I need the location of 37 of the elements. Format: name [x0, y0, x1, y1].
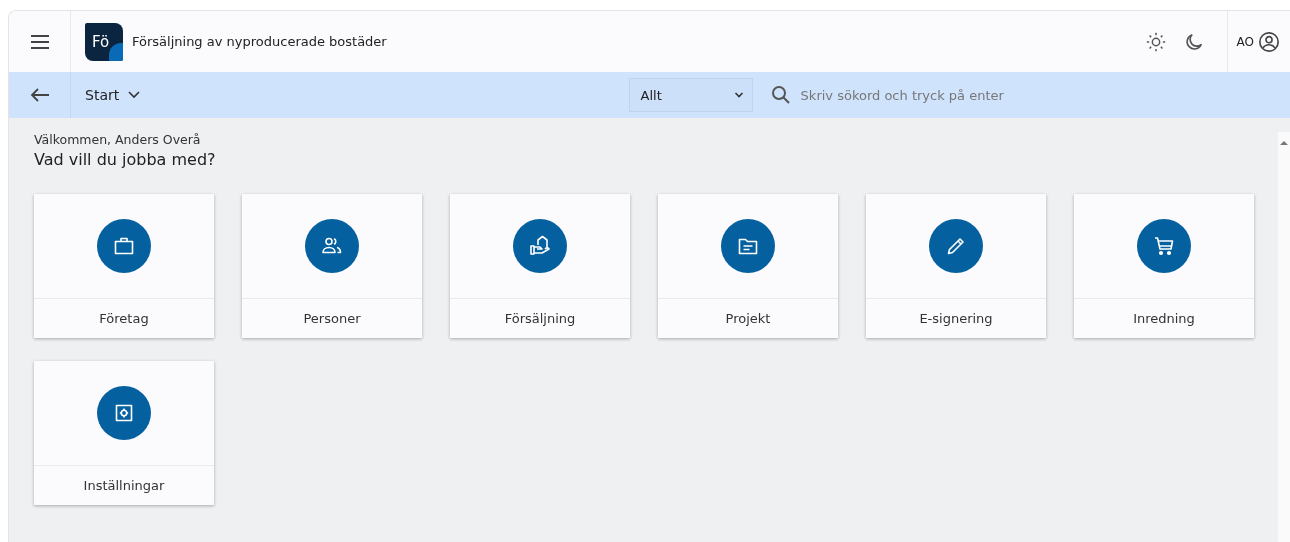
tile-label: Försäljning: [503, 310, 577, 328]
module-tile[interactable]: Företag: [34, 194, 214, 338]
folder-icon: [721, 219, 775, 273]
chevron-down-icon: [127, 90, 142, 100]
scope-select[interactable]: Allt: [628, 78, 753, 112]
user-initials: AO: [1236, 34, 1254, 49]
app-logo: Fö: [85, 22, 123, 61]
module-tile[interactable]: Personer: [242, 194, 422, 338]
house-hand-icon: [513, 219, 567, 273]
module-tile[interactable]: Inredning: [1074, 194, 1254, 338]
module-tile[interactable]: Projekt: [658, 194, 838, 338]
back-arrow-icon[interactable]: [29, 88, 50, 102]
menu-icon[interactable]: [29, 34, 50, 49]
module-tile[interactable]: Inställningar: [34, 361, 214, 505]
cart-icon: [1137, 219, 1191, 273]
app-title: Försäljning av nyproducerade bostäder: [132, 34, 387, 49]
module-tile[interactable]: E-signering: [866, 194, 1046, 338]
tile-label: Företag: [98, 310, 150, 328]
people-icon: [305, 219, 359, 273]
scroll-up-icon[interactable]: [1280, 140, 1288, 146]
tile-label: Inställningar: [82, 477, 166, 495]
tile-label: Projekt: [724, 310, 772, 328]
sun-icon[interactable]: [1144, 30, 1167, 53]
pencil-icon: [929, 219, 983, 273]
module-tile[interactable]: Försäljning: [450, 194, 630, 338]
tile-label: Inredning: [1132, 310, 1196, 328]
breadcrumb-dropdown[interactable]: Start: [85, 83, 142, 107]
search-icon: [770, 85, 791, 105]
page-heading: Vad vill du jobba med?: [34, 150, 216, 169]
settings-icon: [97, 386, 151, 440]
search-field[interactable]: Skriv sökord och tryck på enter: [798, 86, 1290, 104]
user-avatar-icon[interactable]: [1258, 30, 1280, 53]
tile-label: Personer: [302, 310, 362, 328]
chevron-down-icon: [733, 91, 744, 99]
tile-label: E-signering: [918, 310, 994, 328]
welcome-text: Välkommen, Anders Overå: [34, 132, 201, 147]
briefcase-icon: [97, 219, 151, 273]
